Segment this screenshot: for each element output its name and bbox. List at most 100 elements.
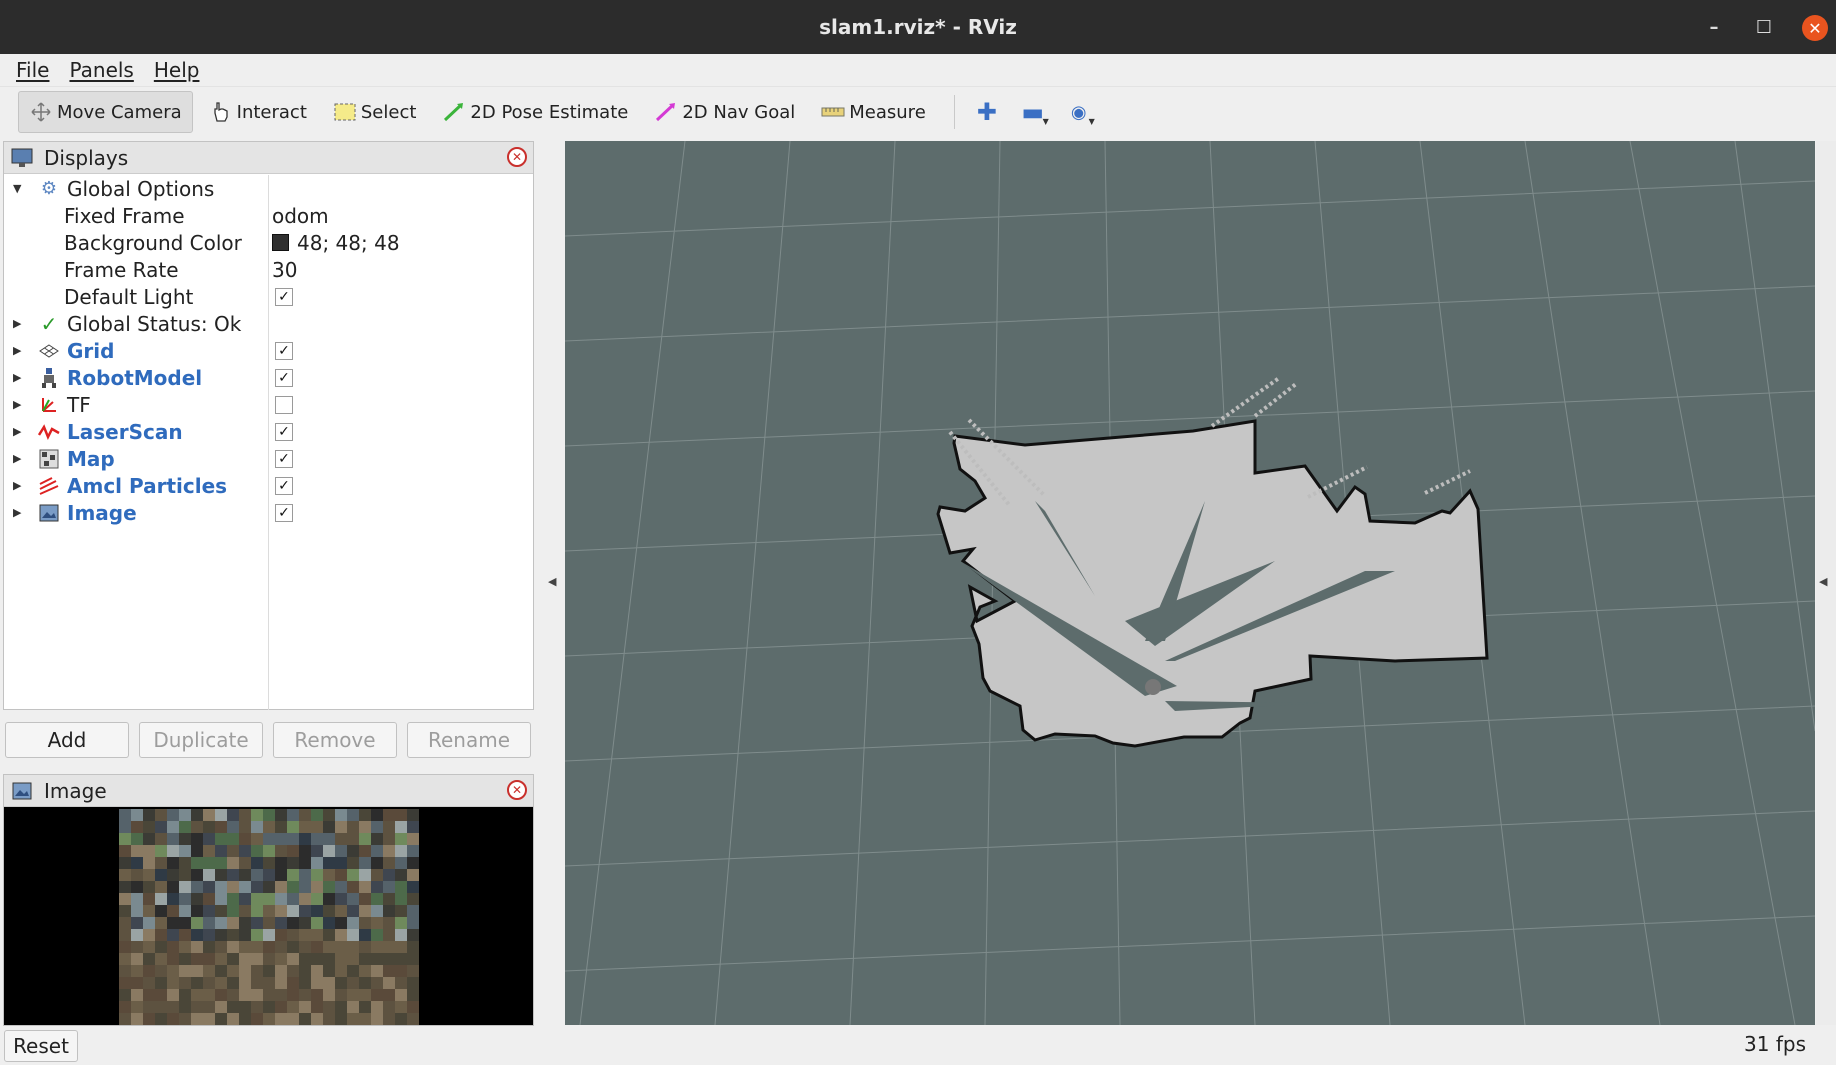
tool-label: Measure — [849, 101, 926, 123]
tool-label: Interact — [236, 101, 307, 123]
display-enable-checkbox[interactable]: ✓ — [275, 476, 293, 495]
status-bar: Reset 31 fps — [0, 1026, 1836, 1065]
render-viewport[interactable] — [564, 140, 1816, 1026]
background-color-label: Background Color — [64, 230, 242, 255]
display-item-label: Grid — [67, 338, 115, 363]
displays-title: Displays — [44, 145, 129, 170]
duplicate-button[interactable]: Duplicate — [139, 722, 263, 758]
image-panel: Image ✕ — [3, 774, 534, 1026]
tool-label: 2D Nav Goal — [682, 101, 796, 123]
expand-arrow-icon[interactable]: ▶ — [13, 452, 21, 465]
menubar: File Panels Help — [0, 54, 1836, 87]
expand-arrow-icon[interactable]: ▶ — [13, 479, 21, 492]
expand-arrow-icon[interactable]: ▶ — [13, 398, 21, 411]
menu-panels[interactable]: Panels — [69, 58, 133, 82]
expand-arrow-icon[interactable]: ▶ — [13, 506, 21, 519]
tool-move-camera[interactable]: Move Camera — [18, 91, 193, 133]
default-light-label: Default Light — [64, 284, 194, 309]
display-item-label: RobotModel — [67, 365, 203, 390]
tool-label: Move Camera — [57, 101, 182, 123]
expand-arrow-icon[interactable]: ▶ — [13, 317, 21, 330]
view-button[interactable]: ◉ ▼ — [1059, 92, 1099, 132]
remove-button[interactable]: Remove — [273, 722, 397, 758]
eye-icon: ◉ — [1070, 101, 1087, 123]
tool-2d-pose-estimate[interactable]: 2D Pose Estimate — [432, 91, 638, 133]
display-item-map[interactable]: ▶ Map ✓ — [4, 445, 533, 472]
laserscan-icon — [37, 421, 61, 443]
global-status-row[interactable]: ▶ ✓ Global Status: Ok — [4, 310, 533, 337]
fixed-frame-row[interactable]: Fixed Frame odom — [4, 202, 533, 229]
display-item-label: Map — [67, 446, 115, 471]
frame-rate-label: Frame Rate — [64, 257, 179, 282]
tool-2d-nav-goal[interactable]: 2D Nav Goal — [644, 91, 805, 133]
tool-measure[interactable]: Measure — [811, 91, 936, 133]
dropdown-icon: ▼ — [1088, 117, 1095, 126]
close-window-icon[interactable]: ✕ — [1802, 15, 1828, 41]
reset-button[interactable]: Reset — [4, 1030, 78, 1062]
rename-button[interactable]: Rename — [407, 722, 531, 758]
display-item-image[interactable]: ▶ Image ✓ — [4, 499, 533, 526]
tf-icon — [37, 394, 61, 416]
magenta-arrow-icon — [654, 102, 678, 122]
display-enable-checkbox[interactable] — [275, 395, 293, 414]
fixed-frame-label: Fixed Frame — [64, 203, 185, 228]
minimize-icon[interactable]: – — [1692, 0, 1736, 54]
background-color-row[interactable]: Background Color 48; 48; 48 — [4, 229, 533, 256]
add-button[interactable]: Add — [5, 722, 129, 758]
color-swatch — [272, 234, 289, 251]
maximize-icon[interactable]: ☐ — [1742, 0, 1786, 54]
tool-select[interactable]: Select — [323, 91, 427, 133]
displays-button-row: Add Duplicate Remove Rename — [3, 722, 534, 760]
expand-arrow-icon[interactable]: ▶ — [13, 425, 21, 438]
tool-label: 2D Pose Estimate — [470, 101, 629, 123]
display-enable-checkbox[interactable]: ✓ — [275, 368, 293, 387]
image-icon — [37, 502, 61, 524]
global-status-label: Global Status: Ok — [67, 311, 242, 336]
display-enable-checkbox[interactable]: ✓ — [275, 503, 293, 522]
display-item-tf[interactable]: ▶ TF — [4, 391, 533, 418]
move-camera-icon — [29, 102, 53, 122]
expand-arrow-icon[interactable]: ▶ — [13, 371, 21, 384]
display-enable-checkbox[interactable]: ✓ — [275, 422, 293, 441]
frame-rate-value[interactable]: 30 — [272, 258, 297, 282]
frame-rate-row[interactable]: Frame Rate 30 — [4, 256, 533, 283]
green-arrow-icon — [442, 102, 466, 122]
image-panel-title: Image — [44, 778, 107, 803]
toolbar-separator — [953, 95, 955, 129]
minus-icon: ▬ — [1021, 98, 1045, 126]
particles-icon — [37, 475, 61, 497]
menu-help[interactable]: Help — [154, 58, 200, 82]
remove-tool-button[interactable]: ▬ ▼ — [1013, 92, 1053, 132]
fixed-frame-value[interactable]: odom — [272, 204, 329, 228]
dropdown-icon: ▼ — [1042, 117, 1049, 126]
gear-icon: ⚙ — [40, 178, 58, 199]
hand-icon — [209, 102, 233, 122]
close-panel-icon[interactable]: ✕ — [507, 147, 527, 167]
global-options-row[interactable]: ▼ ⚙ Global Options — [4, 175, 533, 202]
displays-panel: Displays ✕ ▼ ⚙ Global Options Fixed Fram… — [3, 141, 534, 710]
right-collapse-icon[interactable]: ◀ — [1819, 575, 1827, 588]
display-enable-checkbox[interactable]: ✓ — [275, 341, 293, 360]
left-collapse-icon[interactable]: ◀ — [548, 575, 556, 588]
display-enable-checkbox[interactable]: ✓ — [275, 449, 293, 468]
display-item-laserscan[interactable]: ▶ LaserScan ✓ — [4, 418, 533, 445]
tool-interact[interactable]: Interact — [199, 91, 317, 133]
default-light-checkbox[interactable]: ✓ — [275, 287, 293, 306]
ruler-icon — [821, 102, 845, 122]
window-titlebar: slam1.rviz* - RViz – ☐ ✕ — [0, 0, 1836, 54]
background-color-value[interactable]: 48; 48; 48 — [272, 231, 400, 255]
display-item-grid[interactable]: ▶ Grid ✓ — [4, 337, 533, 364]
display-item-robotmodel[interactable]: ▶ RobotModel ✓ — [4, 364, 533, 391]
display-item-label: TF — [67, 392, 91, 417]
monitor-icon — [10, 147, 34, 169]
add-tool-button[interactable]: ✚ — [967, 92, 1007, 132]
close-panel-icon[interactable]: ✕ — [507, 780, 527, 800]
expand-arrow-icon[interactable]: ▶ — [13, 344, 21, 357]
toolbar: Move Camera Interact Select 2D Pose Esti… — [0, 88, 1836, 136]
display-item-amcl-particles[interactable]: ▶ Amcl Particles ✓ — [4, 472, 533, 499]
collapse-arrow-icon[interactable]: ▼ — [13, 182, 21, 195]
menu-file[interactable]: File — [16, 58, 49, 82]
window-title: slam1.rviz* - RViz — [819, 15, 1017, 39]
default-light-row[interactable]: Default Light ✓ — [4, 283, 533, 310]
robot-icon — [37, 367, 61, 389]
